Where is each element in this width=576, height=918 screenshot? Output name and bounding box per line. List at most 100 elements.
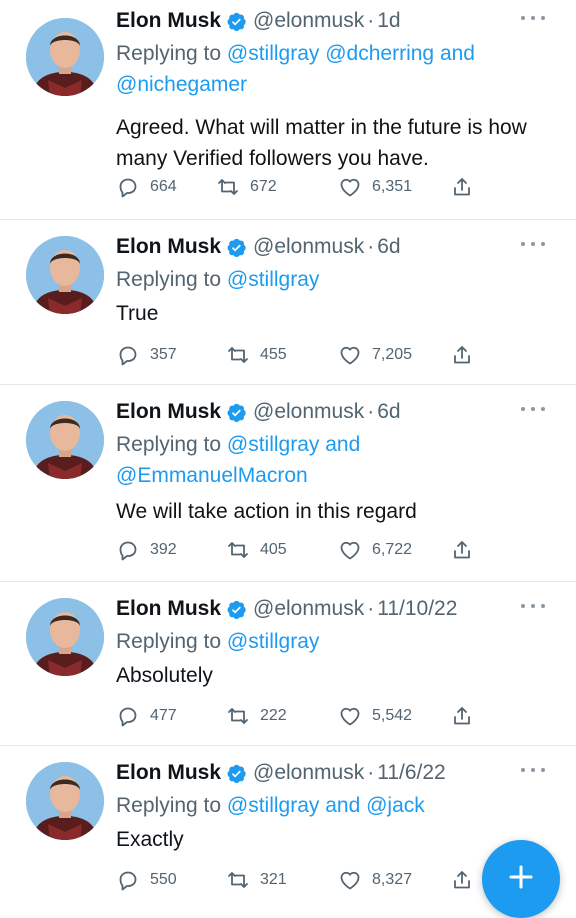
retweet-icon bbox=[228, 872, 248, 888]
heart-icon bbox=[340, 541, 360, 560]
author-handle[interactable]: @elonmusk bbox=[253, 9, 364, 33]
replying-to: Replying to @stillgray and @jack bbox=[116, 790, 546, 821]
avatar[interactable] bbox=[26, 401, 104, 479]
author-name[interactable]: Elon Musk bbox=[116, 235, 221, 259]
heart-icon bbox=[340, 346, 360, 365]
retweet-button[interactable]: 222 bbox=[226, 703, 287, 729]
reply-icon bbox=[119, 346, 137, 366]
tweet[interactable]: Elon Musk @elonmusk · 1d Replying to @st… bbox=[0, 0, 576, 220]
author-handle[interactable]: @elonmusk bbox=[253, 597, 364, 621]
like-count: 8,327 bbox=[372, 871, 413, 888]
timestamp[interactable]: 6d bbox=[377, 400, 400, 424]
more-options-icon[interactable] bbox=[520, 760, 546, 780]
author-name[interactable]: Elon Musk bbox=[116, 400, 221, 424]
reply-icon bbox=[119, 178, 137, 198]
retweet-button[interactable]: 672 bbox=[216, 174, 277, 200]
retweet-icon bbox=[228, 708, 248, 724]
reply-count: 550 bbox=[150, 871, 177, 888]
reply-button[interactable]: 357 bbox=[116, 342, 177, 368]
share-icon bbox=[454, 178, 470, 196]
share-button[interactable] bbox=[450, 867, 484, 893]
tweet-actions: 664 672 6,351 bbox=[116, 174, 476, 200]
more-options-icon[interactable] bbox=[520, 596, 546, 616]
avatar-image bbox=[26, 762, 104, 840]
avatar-image bbox=[26, 401, 104, 479]
replying-to: Replying to @stillgray bbox=[116, 264, 546, 295]
author-name[interactable]: Elon Musk bbox=[116, 761, 221, 785]
timestamp[interactable]: 1d bbox=[377, 9, 400, 33]
reply-button[interactable]: 392 bbox=[116, 537, 177, 563]
share-button[interactable] bbox=[450, 342, 484, 368]
share-button[interactable] bbox=[450, 174, 484, 200]
share-icon bbox=[454, 707, 470, 725]
avatar[interactable] bbox=[26, 598, 104, 676]
tweet-actions: 550 321 8,327 bbox=[116, 867, 476, 893]
more-options-icon[interactable] bbox=[520, 234, 546, 254]
reply-mentions[interactable]: @stillgray @dcherring and bbox=[227, 42, 475, 65]
avatar[interactable] bbox=[26, 18, 104, 96]
replying-to: Replying to @stillgray and @EmmanuelMacr… bbox=[116, 429, 546, 491]
retweet-count: 672 bbox=[250, 178, 277, 195]
timestamp[interactable]: 11/10/22 bbox=[377, 597, 457, 621]
reply-mentions[interactable]: @stillgray and bbox=[227, 433, 360, 456]
timestamp[interactable]: 6d bbox=[377, 235, 400, 259]
reply-mentions[interactable]: @stillgray and @jack bbox=[227, 794, 425, 817]
retweet-icon bbox=[228, 347, 248, 363]
like-button[interactable]: 6,722 bbox=[338, 537, 412, 563]
tweet[interactable]: Elon Musk @elonmusk · 6d Replying to @st… bbox=[0, 385, 576, 582]
verified-badge-icon bbox=[227, 12, 246, 31]
retweet-button[interactable]: 321 bbox=[226, 867, 287, 893]
compose-tweet-button[interactable] bbox=[482, 840, 560, 918]
verified-badge-icon bbox=[227, 403, 246, 422]
retweet-button[interactable]: 405 bbox=[226, 537, 287, 563]
like-button[interactable]: 7,205 bbox=[338, 342, 412, 368]
retweet-button[interactable]: 455 bbox=[226, 342, 287, 368]
heart-icon bbox=[340, 871, 360, 890]
more-options-icon[interactable] bbox=[520, 399, 546, 419]
like-button[interactable]: 5,542 bbox=[338, 703, 412, 729]
tweet-text: Exactly bbox=[116, 828, 184, 851]
share-button[interactable] bbox=[450, 537, 484, 563]
tweet-actions: 357 455 7,205 bbox=[116, 342, 476, 368]
tweet[interactable]: Elon Musk @elonmusk · 6d Replying to @st… bbox=[0, 220, 576, 385]
timestamp[interactable]: 11/6/22 bbox=[377, 761, 446, 785]
reply-mentions-continued[interactable]: @EmmanuelMacron bbox=[116, 464, 308, 487]
author-handle[interactable]: @elonmusk bbox=[253, 761, 364, 785]
tweet[interactable]: Elon Musk @elonmusk · 11/10/22 Replying … bbox=[0, 582, 576, 746]
replying-to-label: Replying to bbox=[116, 268, 222, 291]
verified-badge-icon bbox=[227, 764, 246, 783]
author-name[interactable]: Elon Musk bbox=[116, 9, 221, 33]
heart-icon bbox=[340, 707, 360, 726]
like-count: 6,722 bbox=[372, 541, 413, 558]
retweet-count: 455 bbox=[260, 346, 287, 363]
reply-count: 477 bbox=[150, 707, 177, 724]
reply-mentions[interactable]: @stillgray bbox=[227, 268, 320, 291]
share-icon bbox=[454, 871, 470, 889]
reply-button[interactable]: 550 bbox=[116, 867, 177, 893]
avatar[interactable] bbox=[26, 236, 104, 314]
author-handle[interactable]: @elonmusk bbox=[253, 400, 364, 424]
reply-button[interactable]: 664 bbox=[116, 174, 177, 200]
reply-count: 392 bbox=[150, 541, 177, 558]
avatar-image bbox=[26, 18, 104, 96]
tweet-header: Elon Musk @elonmusk · 11/10/22 bbox=[116, 594, 546, 624]
tweet-header: Elon Musk @elonmusk · 6d bbox=[116, 397, 546, 427]
like-button[interactable]: 8,327 bbox=[338, 867, 412, 893]
tweet-header: Elon Musk @elonmusk · 11/6/22 bbox=[116, 758, 546, 788]
retweet-count: 222 bbox=[260, 707, 287, 724]
retweet-count: 405 bbox=[260, 541, 287, 558]
like-button[interactable]: 6,351 bbox=[338, 174, 412, 200]
tweet-header: Elon Musk @elonmusk · 6d bbox=[116, 232, 546, 262]
avatar[interactable] bbox=[26, 762, 104, 840]
reply-mentions[interactable]: @stillgray bbox=[227, 630, 320, 653]
author-name[interactable]: Elon Musk bbox=[116, 597, 221, 621]
more-options-icon[interactable] bbox=[520, 8, 546, 28]
reply-icon bbox=[119, 707, 137, 727]
reply-mentions-continued[interactable]: @nichegamer bbox=[116, 73, 247, 96]
share-button[interactable] bbox=[450, 703, 484, 729]
heart-icon bbox=[340, 178, 360, 197]
reply-button[interactable]: 477 bbox=[116, 703, 177, 729]
author-handle[interactable]: @elonmusk bbox=[253, 235, 364, 259]
replying-to-label: Replying to bbox=[116, 42, 222, 65]
replying-to-label: Replying to bbox=[116, 794, 222, 817]
